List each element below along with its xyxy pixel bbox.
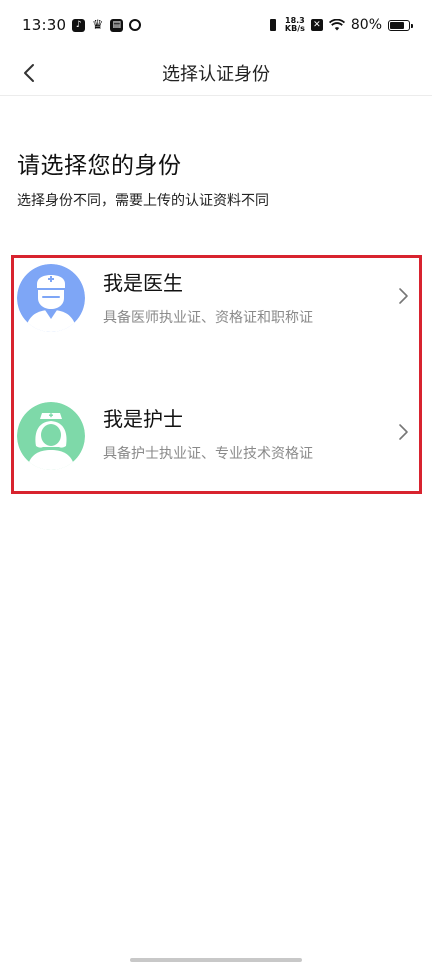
network-speed-unit: KB/s <box>284 24 305 33</box>
ring-icon <box>129 19 142 31</box>
chevron-right-icon <box>399 288 408 304</box>
box-icon: ▤ <box>110 18 124 32</box>
chevron-right-icon <box>399 424 408 440</box>
crown-icon: ♛ <box>91 17 104 33</box>
doctor-option[interactable]: 我是医生 具备医师执业证、资格证和职称证 <box>14 258 419 374</box>
doctor-avatar-icon <box>17 264 85 332</box>
status-right: 18.3 KB/s ✕ 80% <box>267 17 413 33</box>
nurse-option-title: 我是护士 <box>103 407 183 431</box>
doctor-option-description: 具备医师执业证、资格证和职称证 <box>103 310 313 326</box>
wifi-icon <box>328 19 345 31</box>
battery-percent: 80% <box>350 17 382 33</box>
subheading: 选择身份不同，需要上传的认证资料不同 <box>17 193 269 209</box>
status-left: 13:30 ♪ ♛ ▤ <box>22 16 142 34</box>
nurse-avatar-icon <box>17 402 85 470</box>
nurse-option-description: 具备护士执业证、专业技术资格证 <box>103 446 313 462</box>
sim-icon: ✕ <box>310 19 323 31</box>
tiktok-icon: ♪ <box>72 18 86 32</box>
nav-bar: 选择认证身份 <box>0 50 432 96</box>
status-time: 13:30 <box>22 16 67 34</box>
home-indicator[interactable] <box>130 958 302 962</box>
vibrate-icon <box>267 18 279 32</box>
network-speed: 18.3 KB/s <box>285 17 305 33</box>
battery-fill <box>390 21 405 29</box>
doctor-option-title: 我是医生 <box>103 271 183 295</box>
page: 13:30 ♪ ♛ ▤ 18.3 KB/s ✕ 80% 选择认证身份 请选择您的… <box>0 0 432 964</box>
heading: 请选择您的身份 <box>17 153 182 179</box>
identity-options-frame: 我是医生 具备医师执业证、资格证和职称证 我是护士 具备护士执业证、专业技术资格… <box>11 255 422 494</box>
page-title: 选择认证身份 <box>162 63 270 85</box>
chevron-left-icon <box>24 64 34 82</box>
status-bar: 13:30 ♪ ♛ ▤ 18.3 KB/s ✕ 80% <box>0 0 432 50</box>
back-button[interactable] <box>14 58 44 88</box>
nurse-option[interactable]: 我是护士 具备护士执业证、专业技术资格证 <box>14 376 419 492</box>
battery-icon <box>388 19 413 31</box>
